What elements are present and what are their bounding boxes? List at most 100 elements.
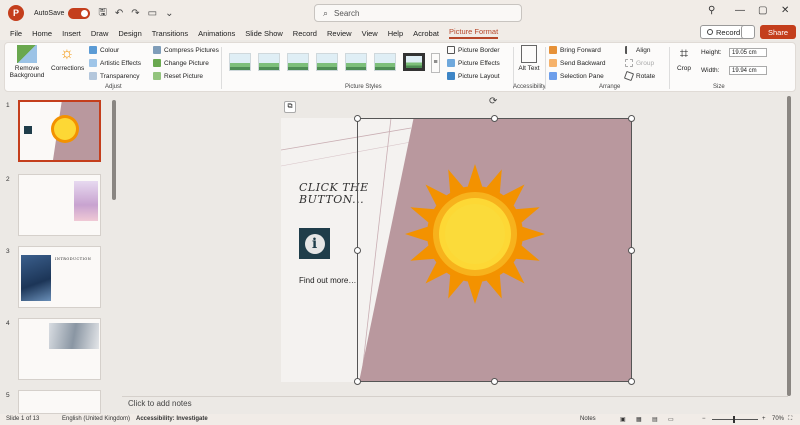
slide-sorter-icon[interactable]: ▦: [636, 416, 642, 423]
picture-style-5[interactable]: [345, 53, 367, 71]
rotate-button[interactable]: Rotate: [623, 70, 655, 82]
zoom-in-icon[interactable]: +: [762, 416, 766, 422]
bring-forward-label: Bring Forward: [560, 46, 601, 54]
resize-handle-n[interactable]: [491, 115, 498, 122]
find-out-more-text[interactable]: Find out more…: [299, 276, 356, 285]
picture-style-3[interactable]: [287, 53, 309, 71]
undo-icon[interactable]: ↶: [115, 8, 123, 19]
normal-view-icon[interactable]: ▣: [620, 416, 626, 423]
slide-thumbnail-3[interactable]: INTRODUCTION: [18, 246, 101, 308]
alt-text-button[interactable]: Alt Text: [517, 45, 541, 72]
fit-slide-icon[interactable]: ⛶: [788, 416, 792, 423]
redo-icon[interactable]: ↷: [131, 8, 139, 19]
picture-border-icon: [447, 46, 455, 54]
ribbon-separator: [513, 47, 514, 89]
main-scrollbar[interactable]: [786, 96, 792, 396]
reading-view-icon[interactable]: ▤: [652, 416, 658, 423]
thumb-image: [74, 181, 98, 221]
remove-background-button[interactable]: Remove Background: [9, 45, 45, 79]
maximize-icon[interactable]: ▢: [758, 5, 767, 16]
customize-toolbar-icon[interactable]: ⌄: [165, 8, 173, 19]
width-input[interactable]: 19.94 cm: [729, 66, 767, 75]
reset-picture-button[interactable]: Reset Picture: [153, 72, 203, 80]
group-picture-styles-label: Picture Styles: [345, 84, 382, 90]
tab-design[interactable]: Design: [118, 29, 141, 38]
transparency-button[interactable]: Transparency: [89, 72, 140, 80]
resize-handle-s[interactable]: [491, 378, 498, 385]
resize-handle-nw[interactable]: [354, 115, 361, 122]
resize-handle-e[interactable]: [628, 247, 635, 254]
zoom-slider[interactable]: [712, 419, 758, 420]
notes-toggle[interactable]: Notes: [580, 416, 596, 422]
comments-button[interactable]: [741, 25, 755, 39]
zoom-level[interactable]: 70%: [772, 416, 784, 422]
slide-thumbnail-4[interactable]: [18, 318, 101, 380]
tab-transitions[interactable]: Transitions: [152, 29, 188, 38]
thumbnail-scrollbar[interactable]: [112, 100, 116, 200]
selection-pane-button[interactable]: Selection Pane: [549, 72, 604, 80]
minimize-icon[interactable]: —: [735, 5, 745, 16]
slideshow-view-icon[interactable]: ▭: [668, 416, 674, 423]
lightbulb-icon[interactable]: ⚲: [708, 5, 715, 16]
corrections-label: Corrections: [51, 65, 85, 72]
save-icon[interactable]: 🖫: [98, 5, 107, 22]
height-input[interactable]: 19.05 cm: [729, 48, 767, 57]
tab-view[interactable]: View: [362, 29, 378, 38]
notes-placeholder[interactable]: Click to add notes: [128, 399, 192, 408]
rotate-handle-icon[interactable]: ⟳: [489, 96, 497, 107]
crop-button[interactable]: ⌗ Crop: [673, 45, 695, 72]
corrections-icon: ☼: [59, 45, 75, 62]
tab-slide-show[interactable]: Slide Show: [245, 29, 283, 38]
info-button[interactable]: i: [299, 228, 330, 259]
picture-effects-icon: [447, 59, 455, 67]
zoom-out-icon[interactable]: −: [702, 416, 706, 422]
resize-handle-sw[interactable]: [354, 378, 361, 385]
close-icon[interactable]: ✕: [781, 5, 789, 16]
height-label: Height:: [701, 49, 722, 56]
resize-handle-w[interactable]: [354, 247, 361, 254]
slideshow-icon[interactable]: ▭: [148, 8, 157, 19]
picture-style-1[interactable]: [229, 53, 251, 71]
accessibility-status[interactable]: Accessibility: Investigate: [136, 416, 208, 422]
send-backward-button[interactable]: Send Backward: [549, 59, 606, 67]
tab-animations[interactable]: Animations: [198, 29, 235, 38]
tab-acrobat[interactable]: Acrobat: [413, 29, 439, 38]
autosave-toggle[interactable]: [68, 7, 91, 19]
designer-icon[interactable]: ⧉: [284, 101, 296, 113]
slide-thumbnail-5[interactable]: [18, 390, 101, 414]
align-button[interactable]: Align: [625, 46, 650, 54]
corrections-button[interactable]: ☼ Corrections: [51, 45, 85, 72]
tab-record[interactable]: Record: [293, 29, 317, 38]
picture-layout-button[interactable]: Picture Layout: [447, 72, 500, 80]
slide-thumbnail-1[interactable]: [18, 100, 101, 162]
tab-draw[interactable]: Draw: [91, 29, 109, 38]
picture-style-6[interactable]: [374, 53, 396, 71]
picture-border-button[interactable]: Picture Border: [447, 46, 500, 54]
change-picture-button[interactable]: Change Picture: [153, 59, 209, 67]
resize-handle-se[interactable]: [628, 378, 635, 385]
tab-file[interactable]: File: [10, 29, 22, 38]
tab-insert[interactable]: Insert: [62, 29, 81, 38]
picture-style-7[interactable]: [403, 53, 425, 71]
tab-review[interactable]: Review: [327, 29, 352, 38]
styles-more-icon[interactable]: ≡: [431, 53, 440, 73]
language-status[interactable]: English (United Kingdom): [62, 416, 130, 422]
bring-forward-button[interactable]: Bring Forward: [549, 46, 601, 54]
tab-home[interactable]: Home: [32, 29, 52, 38]
group-arrange-label: Arrange: [599, 84, 621, 90]
colour-button[interactable]: Colour: [89, 46, 119, 54]
slide-thumbnail-2[interactable]: [18, 174, 101, 236]
zoom-slider-thumb[interactable]: [733, 416, 735, 423]
compress-pictures-button[interactable]: Compress Pictures: [153, 46, 219, 54]
thumb-info-button: [24, 126, 32, 134]
picture-style-2[interactable]: [258, 53, 280, 71]
picture-style-4[interactable]: [316, 53, 338, 71]
artistic-effects-button[interactable]: Artistic Effects: [89, 59, 141, 67]
tab-picture-format[interactable]: Picture Format: [449, 27, 499, 39]
search-box[interactable]: ⌕ Search: [314, 4, 522, 22]
resize-handle-ne[interactable]: [628, 115, 635, 122]
share-button[interactable]: Share: [760, 25, 796, 39]
picture-effects-button[interactable]: Picture Effects: [447, 59, 500, 67]
tab-help[interactable]: Help: [388, 29, 403, 38]
group-button[interactable]: Group: [625, 59, 654, 67]
